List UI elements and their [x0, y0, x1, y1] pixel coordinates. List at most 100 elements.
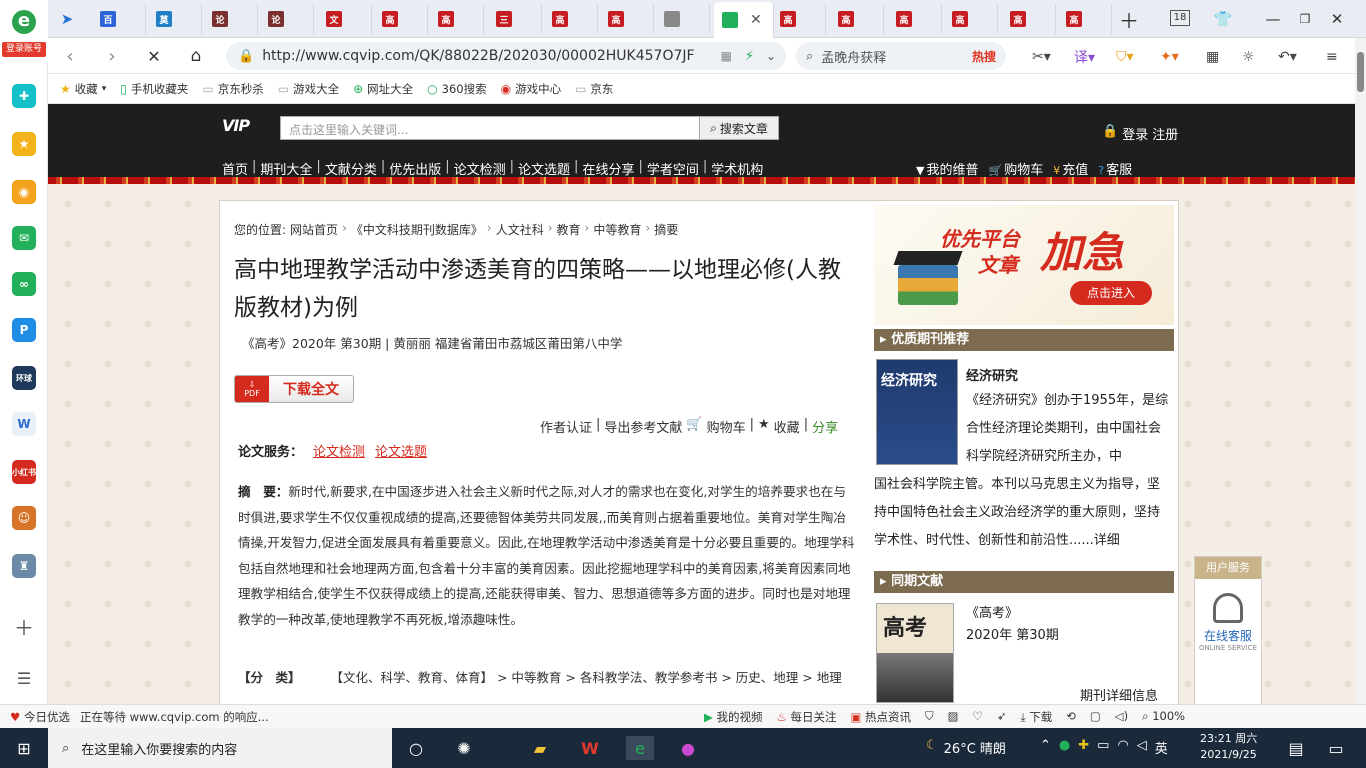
scrollbar-thumb[interactable]: [1357, 52, 1364, 92]
site-search-input[interactable]: 点击这里输入关键词...: [280, 116, 700, 140]
sync-icon[interactable]: ⟲: [1066, 709, 1076, 725]
user-service-widget[interactable]: 用户服务 在线客服 ONLINE SERVICE: [1194, 556, 1262, 704]
crumb-secondary[interactable]: 中等教育: [593, 221, 641, 238]
nav-home[interactable]: 首页: [218, 159, 252, 178]
crumb-database[interactable]: 《中文科技期刊数据库》: [351, 221, 483, 238]
login-link[interactable]: 登录: [1122, 124, 1148, 143]
bookmark-360-search[interactable]: ○ 360搜索: [427, 81, 486, 97]
favorite-link[interactable]: 收藏: [774, 417, 800, 436]
translate-icon[interactable]: 译▾: [1074, 47, 1095, 67]
ime-indicator[interactable]: 英: [1155, 738, 1168, 757]
task-view-icon[interactable]: ○: [404, 736, 428, 760]
tab[interactable]: 高: [374, 4, 428, 34]
home-icon[interactable]: ⌂: [186, 46, 206, 66]
bookmark-games[interactable]: ▭ 游戏大全: [278, 81, 339, 97]
bookmark-game-center[interactable]: ◉ 游戏中心: [501, 81, 561, 97]
journal-name[interactable]: 经济研究: [966, 365, 1018, 384]
game-character-icon[interactable]: ☺: [12, 506, 36, 530]
tab[interactable]: 高: [888, 4, 942, 34]
tray-plus-icon[interactable]: ✚: [1078, 738, 1089, 757]
nav-journals[interactable]: 期刊大全: [256, 159, 316, 178]
tab[interactable]: 高: [944, 4, 998, 34]
paper-check-link[interactable]: 论文检测: [313, 441, 365, 460]
back-icon[interactable]: ‹: [60, 46, 80, 67]
browser-search-box[interactable]: ⌕ 孟晚舟获释 热搜: [796, 42, 1006, 70]
shirt-icon[interactable]: 👕: [1212, 8, 1234, 30]
priority-publish-ad[interactable]: 优先平台 文章 加急 点击进入: [874, 205, 1174, 325]
same-issue-cover[interactable]: 高考: [876, 603, 954, 703]
online-service-link[interactable]: 在线客服: [1195, 627, 1261, 644]
mail-icon[interactable]: ✉: [12, 226, 36, 250]
ad-enter-button[interactable]: 点击进入: [1070, 281, 1152, 305]
download-full-text-button[interactable]: ⇩ PDF 下载全文: [234, 375, 354, 403]
clock[interactable]: 23:21 周六 2021/9/25: [1200, 731, 1257, 763]
nav-share[interactable]: 在线分享: [578, 159, 638, 178]
volume-icon[interactable]: ◁): [1115, 709, 1128, 725]
wps-icon[interactable]: W: [578, 736, 602, 760]
list-icon[interactable]: ☰: [12, 666, 36, 690]
bookmark-jd-seckill[interactable]: ▭ 京东秒杀: [202, 81, 263, 97]
tab[interactable]: 论: [204, 4, 258, 34]
nav-check[interactable]: 论文检测: [450, 159, 510, 178]
forward-icon[interactable]: ›: [102, 46, 122, 67]
shield-icon[interactable]: ⛉▾: [1116, 47, 1134, 67]
word-icon[interactable]: W: [12, 412, 36, 436]
nav-priority[interactable]: 优先出版: [385, 159, 445, 178]
cart-link[interactable]: 🛒 购物车: [988, 159, 1043, 178]
nav-categories[interactable]: 文献分类: [321, 159, 381, 178]
drop-app-icon[interactable]: ●: [676, 736, 700, 760]
tab[interactable]: 百: [92, 4, 146, 34]
tab[interactable]: [656, 4, 710, 34]
site-search-button[interactable]: ⌕ 搜索文章: [699, 116, 779, 140]
bookmark-mobile[interactable]: ▯ 手机收藏夹: [120, 81, 188, 97]
browser-taskbar-icon[interactable]: e: [626, 736, 654, 760]
login-account-button[interactable]: 登录账号: [2, 42, 46, 57]
taskbar-search[interactable]: ⌕ 在这里输入你要搜索的内容: [48, 728, 392, 768]
notes-icon[interactable]: ▤: [1284, 736, 1308, 760]
bookmark-sites[interactable]: ⊕ 网址大全: [353, 81, 413, 97]
medic-icon[interactable]: ✚: [12, 84, 36, 108]
rocket-icon[interactable]: ➶: [997, 709, 1007, 725]
weather[interactable]: ☾ 26°C 晴朗: [926, 738, 1006, 757]
recharge-link[interactable]: ¥ 充值: [1053, 159, 1088, 178]
network-icon[interactable]: ◠: [1117, 738, 1128, 757]
windows-start-icon[interactable]: ⊞: [12, 736, 36, 760]
chevron-down-icon[interactable]: ⌄: [766, 49, 776, 63]
notification-icon[interactable]: ▭: [1324, 736, 1348, 760]
minimize-button[interactable]: —: [1262, 8, 1284, 30]
global-net-icon[interactable]: 环球: [12, 366, 36, 390]
my-vip-link[interactable]: ▼ 我的维普: [916, 159, 978, 178]
tab[interactable]: 莫: [148, 4, 202, 34]
hot-news[interactable]: ▣ 热点资讯: [850, 709, 911, 725]
today-pick[interactable]: ♥ 今日优选: [10, 709, 70, 725]
daily-focus[interactable]: ♨ 每日关注: [777, 709, 837, 725]
folder-icon[interactable]: ▰: [528, 736, 552, 760]
add-to-cart-link[interactable]: 购物车: [707, 417, 746, 436]
tab[interactable]: 论: [260, 4, 314, 34]
vip-logo[interactable]: VIP: [222, 116, 270, 138]
classification-path[interactable]: 【文化、科学、教育、体育】 > 中等教育 > 各科教学法、教学参考书 > 历史、…: [331, 667, 842, 689]
paper-topic-link[interactable]: 论文选题: [375, 441, 427, 460]
tab[interactable]: 高: [1058, 4, 1112, 34]
grid-icon[interactable]: ▦: [1206, 47, 1219, 67]
restore-button[interactable]: ❐: [1294, 8, 1316, 30]
crumb-education[interactable]: 教育: [557, 221, 581, 238]
author-verify-link[interactable]: 作者认证: [540, 417, 592, 436]
shield-status-icon[interactable]: ⛉: [925, 709, 934, 725]
crumb-humanities[interactable]: 人文社科: [496, 221, 544, 238]
new-tab-button[interactable]: ＋: [1118, 8, 1140, 33]
crumb-home[interactable]: 网站首页: [290, 221, 338, 238]
scissors-icon[interactable]: ✂▾: [1032, 47, 1051, 67]
tab[interactable]: 三: [488, 4, 542, 34]
stop-icon[interactable]: ✕: [144, 46, 164, 66]
share-link[interactable]: 分享: [812, 417, 838, 436]
tab[interactable]: 高: [600, 4, 654, 34]
xiaohongshu-icon[interactable]: 小红书: [12, 460, 36, 484]
speaker-icon[interactable]: ◁: [1137, 738, 1147, 757]
address-bar[interactable]: 🔒 http://www.cqvip.com/QK/88022B/202030/…: [226, 42, 786, 70]
brightness-icon[interactable]: ☼: [1242, 47, 1255, 67]
bookmark-jd[interactable]: ▭ 京东: [575, 81, 613, 97]
hot-search-label[interactable]: 热搜: [972, 48, 996, 65]
close-window-button[interactable]: ✕: [1326, 8, 1348, 30]
tab[interactable]: 高: [830, 4, 884, 34]
